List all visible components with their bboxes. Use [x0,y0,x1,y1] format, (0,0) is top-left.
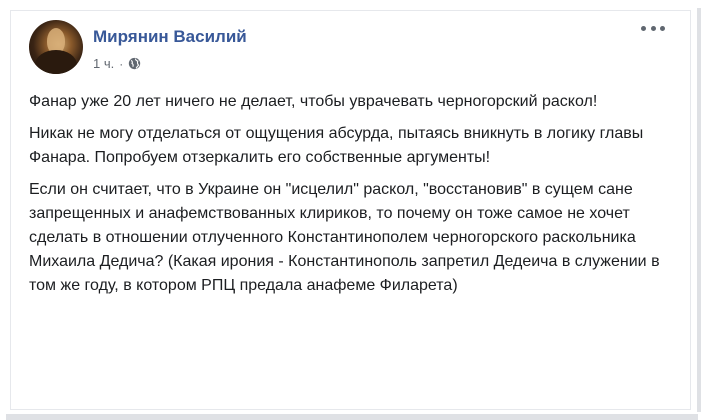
post-meta: 1 ч. · [93,56,141,71]
more-dot [641,25,646,31]
post-paragraph: Если он считает, что в Украине он "исцел… [29,181,660,294]
card-shadow-bottom [6,414,698,420]
more-dot [650,25,656,31]
post-paragraph: Фанар уже 20 лет ничего не делает, чтобы… [29,93,598,110]
avatar[interactable] [29,20,83,74]
more-dot [660,25,665,31]
post-header: Мирянин Василий 1 ч. · [29,20,679,78]
post-time[interactable]: 1 ч. [93,56,114,71]
more-options-icon[interactable] [641,20,665,36]
globe-icon[interactable] [128,57,141,70]
card-shadow-right [697,8,701,412]
avatar-robe [35,50,77,74]
post-body: Фанар уже 20 лет ничего не делает, чтобы… [29,90,679,306]
author-name[interactable]: Мирянин Василий [93,27,247,47]
post-paragraph: Никак не могу отделаться от ощущения абс… [29,125,644,166]
meta-separator: · [119,56,124,71]
